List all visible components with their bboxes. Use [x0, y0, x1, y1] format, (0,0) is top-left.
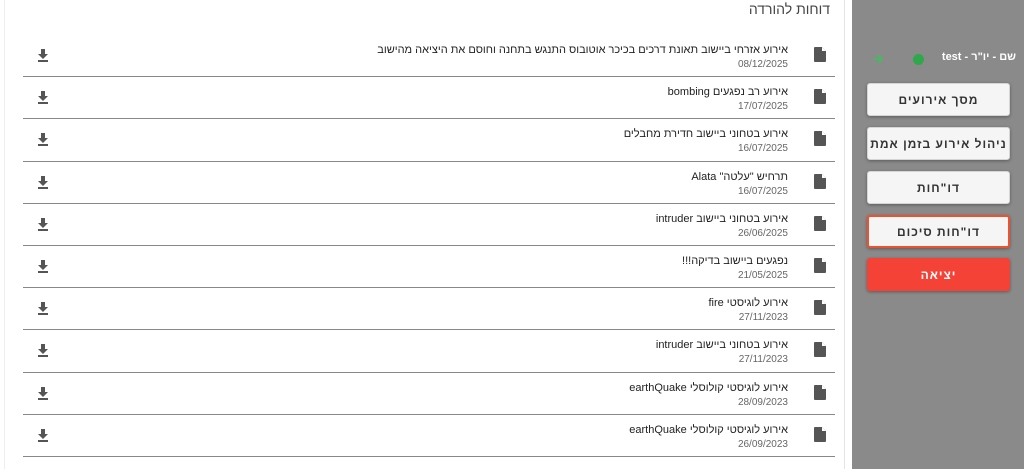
main-panel: דוחות להורדה אירוע אזרחי ביישוב תאונת דר…	[4, 0, 845, 469]
status-dot	[913, 54, 924, 65]
report-row: אירוע לוגיסטי קולוסלי earthQuake 26/09/2…	[23, 415, 835, 457]
report-row: אירוע בטחוני ביישוב חדירת מחבלים 16/07/2…	[23, 119, 835, 162]
report-row: אירוע אזרחי ביישוב תאונת דרכים בכיכר אוט…	[23, 35, 835, 78]
download-icon[interactable]	[37, 344, 49, 358]
file-icon	[814, 131, 826, 147]
file-icon	[814, 173, 826, 189]
download-icon[interactable]	[37, 91, 49, 105]
report-date: 28/09/2023	[737, 396, 788, 408]
file-icon	[814, 426, 826, 442]
report-name: אירוע רב נפגעים bombing	[667, 86, 788, 99]
download-icon[interactable]	[37, 175, 49, 189]
report-name: תרחיש "עלטה" Alata	[691, 170, 788, 183]
file-icon	[814, 215, 826, 231]
download-icon[interactable]	[37, 217, 49, 231]
report-row: אירוע בטחוני ביישוב intruder 27/11/2023	[23, 330, 835, 373]
report-date: 26/06/2025	[737, 227, 788, 239]
report-date: 17/07/2025	[737, 101, 788, 113]
sidebar: שם - יו"ר - test מסך אירועים ניהול אירוע…	[852, 0, 1024, 469]
file-icon	[814, 384, 826, 400]
report-name: אירוע לוגיסטי קולוסלי earthQuake	[629, 381, 788, 394]
download-icon[interactable]	[37, 49, 49, 62]
report-row: נפגעים ביישוב בדיקה!!! 21/05/2025	[23, 246, 835, 289]
report-list: אירוע אזרחי ביישוב תאונת דרכים בכיכר אוט…	[23, 35, 835, 457]
arrow-right-icon[interactable]	[872, 53, 884, 65]
download-icon[interactable]	[37, 428, 49, 442]
file-icon	[814, 300, 826, 316]
download-icon[interactable]	[37, 133, 49, 147]
report-name: אירוע בטחוני ביישוב חדירת מחבלים	[623, 128, 788, 141]
user-name: שם - יו"ר - test	[941, 51, 1016, 63]
events-screen-button[interactable]: מסך אירועים	[867, 83, 1010, 116]
logout-button[interactable]: יציאה	[867, 258, 1010, 291]
reports-button[interactable]: דו"חות	[867, 171, 1010, 204]
app-window: דוחות להורדה אירוע אזרחי ביישוב תאונת דר…	[0, 0, 1024, 469]
download-icon[interactable]	[37, 302, 49, 316]
file-icon	[814, 257, 826, 273]
report-row: אירוע לוגיסטי fire 27/11/2023	[23, 288, 835, 331]
report-date: 21/05/2025	[737, 269, 788, 281]
report-date: 08/12/2025	[737, 59, 788, 70]
file-icon	[814, 47, 826, 62]
user-info: שם - יו"ר - test	[852, 49, 1024, 69]
report-name: אירוע בטחוני ביישוב intruder	[655, 212, 788, 225]
report-name: אירוע אזרחי ביישוב תאונת דרכים בכיכר אוט…	[377, 44, 788, 56]
report-name: נפגעים ביישוב בדיקה!!!	[682, 254, 788, 267]
report-date: 26/09/2023	[737, 438, 788, 450]
file-icon	[814, 89, 826, 105]
report-row: אירוע בטחוני ביישוב intruder 26/06/2025	[23, 204, 835, 246]
report-row: אירוע לוגיסטי קולוסלי earthQuake 28/09/2…	[23, 373, 835, 415]
report-name: אירוע לוגיסטי fire	[708, 297, 788, 310]
download-icon[interactable]	[37, 386, 49, 400]
report-row: תרחיש "עלטה" Alata 16/07/2025	[23, 162, 835, 204]
report-date: 27/11/2023	[738, 354, 788, 366]
page-title: דוחות להורדה	[748, 1, 830, 17]
realtime-event-management-button[interactable]: ניהול אירוע בזמן אמת	[867, 127, 1010, 160]
report-date: 16/07/2025	[737, 143, 788, 155]
report-name: אירוע לוגיסטי קולוסלי earthQuake	[629, 423, 788, 436]
report-date: 16/07/2025	[737, 185, 788, 197]
report-name: אירוע בטחוני ביישוב intruder	[655, 339, 788, 352]
download-icon[interactable]	[37, 259, 49, 273]
summary-reports-button[interactable]: דו"חות סיכום	[867, 215, 1010, 248]
report-date: 27/11/2023	[738, 312, 788, 324]
file-icon	[814, 342, 826, 358]
report-row: אירוע רב נפגעים bombing 17/07/2025	[23, 77, 835, 120]
